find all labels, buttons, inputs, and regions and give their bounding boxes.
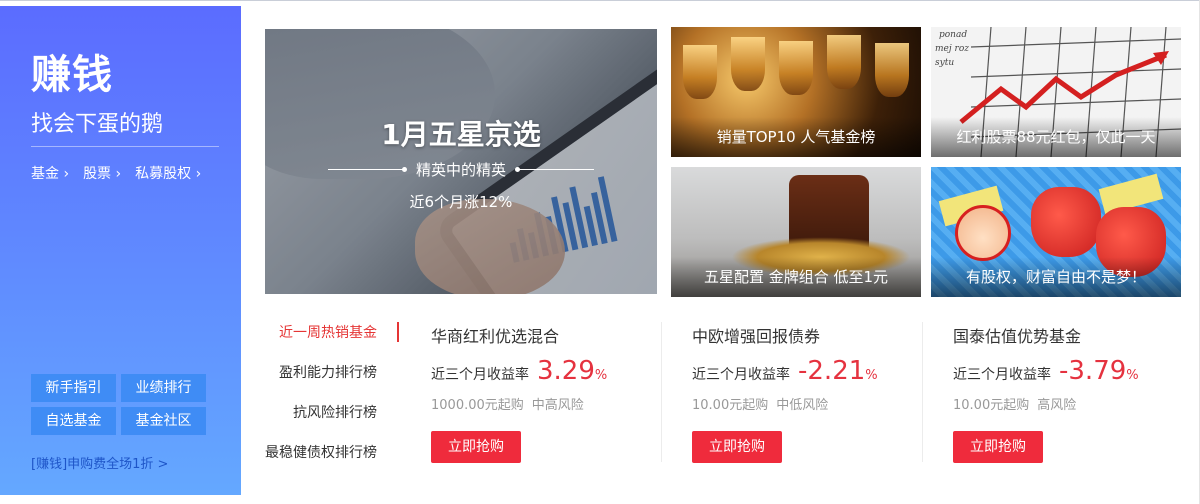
main-banner[interactable]: 1月五星京选 精英中的精英 近6个月涨12% [265, 29, 657, 294]
return-label: 近三个月收益率 [431, 367, 529, 383]
left-panel: 赚钱 找会下蛋的鹅 基金 › 股票 › 私募股权 › 新手指引 业绩排行 自选基… [0, 6, 241, 495]
buy-now-button[interactable]: 立即抢购 [953, 431, 1043, 463]
banner-top10[interactable]: 销量TOP10 人气基金榜 [671, 27, 921, 157]
fund-name[interactable]: 华商红利优选混合 [431, 323, 559, 347]
quick-buttons: 新手指引 业绩排行 自选基金 基金社区 [31, 374, 206, 435]
card-divider [661, 322, 662, 462]
category-links: 基金 › 股票 › 私募股权 › [31, 163, 201, 183]
trophy-cup-icon [731, 37, 765, 91]
performance-ranking-button[interactable]: 业绩排行 [121, 374, 206, 402]
watchlist-fund-button[interactable]: 自选基金 [31, 407, 116, 435]
fund-return: 近三个月收益率 -3.79% [953, 356, 1139, 386]
svg-text:mej roz: mej roz [935, 44, 969, 54]
svg-text:sytu: sytu [935, 58, 954, 68]
category-link-fund[interactable]: 基金 › [31, 163, 69, 183]
risk-level: 中高风险 [531, 398, 584, 413]
banner-equity[interactable]: 有股权，财富自由不是梦！ [931, 167, 1181, 297]
return-value: -3.79 [1059, 356, 1127, 386]
buy-now-button[interactable]: 立即抢购 [692, 431, 782, 463]
panel-title: 赚钱 [31, 52, 113, 98]
return-unit: % [865, 368, 878, 383]
promo-link[interactable]: [赚钱]申购费全场1折 > [31, 453, 168, 472]
banner-dividend-stock[interactable]: ponad mej roz sytu 红利股票88元红包，仅此一天 [931, 27, 1181, 157]
risk-level: 高风险 [1037, 398, 1077, 413]
return-value: 3.29 [537, 356, 595, 386]
banner-headline: 1月五星京选 [381, 118, 541, 151]
banner-five-star-portfolio[interactable]: 五星配置 金牌组合 低至1元 [671, 167, 921, 297]
risk-level: 中低风险 [776, 398, 829, 413]
banner-caption: 销量TOP10 人气基金榜 [671, 117, 921, 157]
min-purchase: 1000.00元起购 [431, 398, 524, 413]
fund-meta: 10.00元起购 中低风险 [692, 394, 828, 413]
fund-card: 国泰估值优势基金 近三个月收益率 -3.79% 10.00元起购 高风险 立即抢购 [953, 318, 1193, 468]
trophy-cup-icon [683, 45, 717, 99]
svg-text:ponad: ponad [939, 30, 967, 40]
fund-meta: 1000.00元起购 中高风险 [431, 394, 584, 413]
banner-caption: 五星配置 金牌组合 低至1元 [671, 257, 921, 297]
fund-community-button[interactable]: 基金社区 [121, 407, 206, 435]
trophy-cup-icon [875, 43, 909, 97]
fund-card: 中欧增强回报债券 近三个月收益率 -2.21% 10.00元起购 中低风险 立即抢购 [692, 318, 932, 468]
category-link-private-equity[interactable]: 私募股权 › [135, 163, 201, 183]
panel-subtitle: 找会下蛋的鹅 [31, 112, 164, 137]
return-unit: % [594, 368, 608, 383]
return-label: 近三个月收益率 [692, 367, 790, 383]
min-purchase: 10.00元起购 [953, 398, 1030, 413]
fund-marketplace-page: 赚钱 找会下蛋的鹅 基金 › 股票 › 私募股权 › 新手指引 业绩排行 自选基… [0, 0, 1200, 504]
fund-meta: 10.00元起购 高风险 [953, 394, 1076, 413]
ranking-tabs: 近一周热销基金 盈利能力排行榜 抗风险排行榜 最稳健债权排行榜 [256, 320, 402, 480]
card-divider [922, 322, 923, 462]
buy-now-button[interactable]: 立即抢购 [431, 431, 521, 463]
fund-return: 近三个月收益率 -2.21% [692, 356, 878, 386]
fund-return: 近三个月收益率 3.29% [431, 356, 607, 386]
fund-name[interactable]: 国泰估值优势基金 [953, 323, 1081, 347]
banner-caption: 红利股票88元红包，仅此一天 [931, 117, 1181, 157]
fund-name[interactable]: 中欧增强回报债券 [692, 323, 820, 347]
tab-weekly-hot[interactable]: 近一周热销基金 [256, 320, 402, 360]
banner-subheadline: 精英中的精英 [415, 161, 506, 179]
tab-profitability[interactable]: 盈利能力排行榜 [256, 360, 402, 400]
category-link-stock[interactable]: 股票 › [83, 163, 121, 183]
return-value: -2.21 [798, 356, 866, 386]
active-tab-indicator [397, 322, 399, 342]
top-border [0, 0, 1200, 1]
trophy-cup-icon [827, 35, 861, 89]
beginner-guide-button[interactable]: 新手指引 [31, 374, 116, 402]
fortune-god-icon [955, 205, 1011, 261]
return-unit: % [1126, 368, 1139, 383]
tab-stable-bond[interactable]: 最稳健债权排行榜 [256, 440, 402, 480]
fund-card: 华商红利优选混合 近三个月收益率 3.29% 1000.00元起购 中高风险 立即抢… [431, 318, 671, 468]
banner-caption: 有股权，财富自由不是梦！ [931, 257, 1181, 297]
return-label: 近三个月收益率 [953, 367, 1051, 383]
tab-risk-resistance[interactable]: 抗风险排行榜 [256, 400, 402, 440]
banner-note: 近6个月涨12% [409, 193, 513, 211]
trophy-cup-icon [779, 41, 813, 95]
money-bag-icon [1031, 187, 1101, 257]
panel-divider [31, 146, 219, 147]
min-purchase: 10.00元起购 [692, 398, 769, 413]
